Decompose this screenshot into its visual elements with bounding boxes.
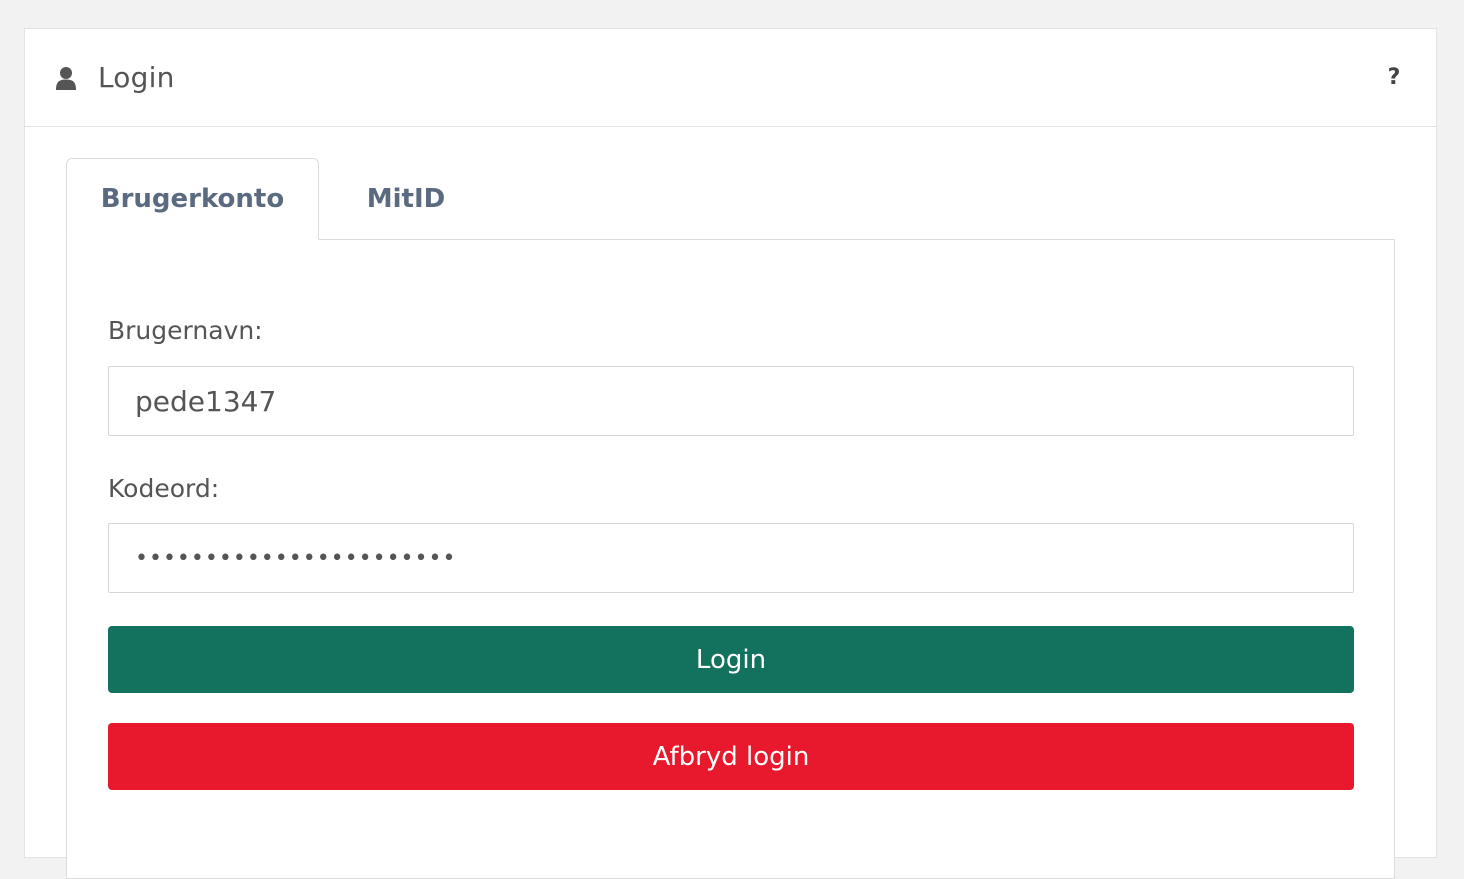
help-icon[interactable]: ? bbox=[1382, 65, 1406, 90]
user-icon bbox=[55, 66, 77, 90]
tab-mitid[interactable]: MitID bbox=[319, 158, 493, 240]
cancel-login-button[interactable]: Afbryd login bbox=[108, 723, 1354, 790]
tab-brugerkonto[interactable]: Brugerkonto bbox=[66, 158, 319, 240]
panel-header: Login ? bbox=[25, 29, 1436, 127]
username-input[interactable] bbox=[108, 366, 1354, 436]
tab-bar: Brugerkonto MitID bbox=[66, 158, 493, 240]
username-label: Brugernavn: bbox=[108, 316, 263, 345]
panel-title: Login bbox=[98, 61, 175, 94]
password-input[interactable] bbox=[108, 523, 1354, 593]
login-button[interactable]: Login bbox=[108, 626, 1354, 693]
login-panel: Login ? Brugerkonto MitID Brugernavn: Ko… bbox=[24, 28, 1437, 879]
tab-content: Brugernavn: Kodeord: Login Afbryd login bbox=[66, 239, 1395, 879]
password-label: Kodeord: bbox=[108, 474, 220, 503]
